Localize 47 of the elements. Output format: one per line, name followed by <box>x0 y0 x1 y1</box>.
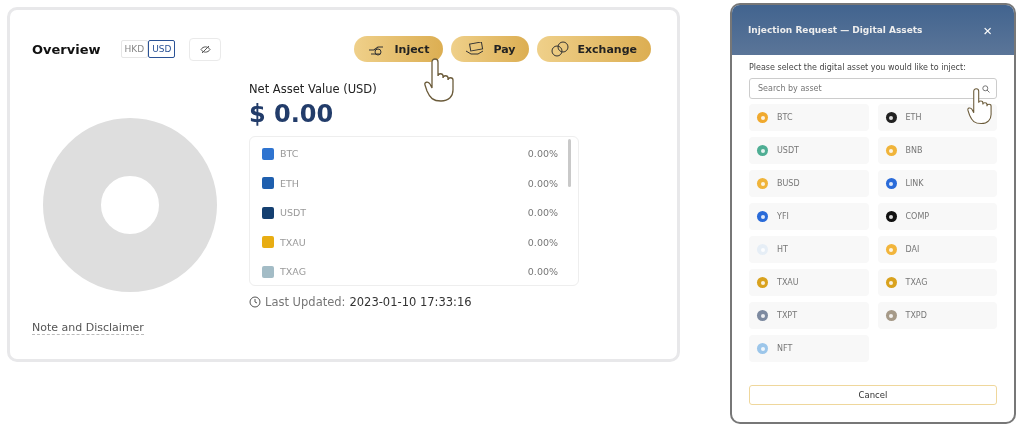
asset-option[interactable]: USDT <box>749 137 869 164</box>
asset-option[interactable]: TXAG <box>877 269 997 296</box>
asset-option[interactable]: YFI <box>749 203 869 230</box>
asset-option[interactable]: HT <box>749 236 869 263</box>
scrollbar[interactable] <box>568 139 571 187</box>
action-button[interactable]: Exchange <box>537 36 651 62</box>
asset-option[interactable]: TXAU <box>749 269 869 296</box>
legend-name: BTC <box>280 148 299 160</box>
clock-icon <box>249 296 261 308</box>
asset-option[interactable]: DAI <box>877 236 997 263</box>
currency-toggle[interactable]: HKD <box>120 40 149 58</box>
asset-option[interactable]: LINK <box>877 170 997 197</box>
dialog-title: Injection Request — Digital Assets <box>748 25 923 35</box>
asset-option[interactable]: NFT <box>749 335 869 362</box>
cancel-button[interactable]: Cancel <box>749 385 997 405</box>
action-button[interactable]: Pay <box>451 36 530 62</box>
currency-toggle[interactable]: USD <box>148 40 176 58</box>
prompt-text: Please select the digital asset you would like to inject: <box>749 63 967 72</box>
last-updated-value: 2023-01-10 17:33:16 <box>349 295 472 309</box>
legend-value: 0.00% <box>527 148 558 160</box>
asset-option[interactable]: COMP <box>877 203 997 230</box>
last-updated-label: Last Updated: <box>265 295 346 309</box>
legend-value: 0.00% <box>527 177 558 189</box>
close-button[interactable]: × <box>977 20 998 40</box>
legend-name: TXAG <box>280 266 306 278</box>
legend-value: 0.00% <box>527 266 558 278</box>
cash-hand-icon <box>465 42 486 56</box>
search-field[interactable]: Search by asset <box>749 78 997 99</box>
legend-value: 0.00% <box>527 236 558 248</box>
hide-toggle-button[interactable] <box>189 37 222 61</box>
nav-label: Net Asset Value (USD) <box>249 82 378 96</box>
asset-option[interactable]: TXPD <box>877 302 997 329</box>
eye-off-icon <box>199 44 211 54</box>
legend-value: 0.00% <box>527 207 558 219</box>
overview-title: Overview <box>32 41 101 57</box>
search-icon <box>982 85 990 93</box>
asset-option[interactable]: TXPT <box>749 302 869 329</box>
asset-option[interactable]: BUSD <box>749 170 869 197</box>
legend-name: TXAU <box>280 236 306 248</box>
nav-value: $ 0.00 <box>249 100 335 128</box>
action-button[interactable]: Inject <box>354 36 444 62</box>
note-link[interactable]: Note and Disclaimer <box>32 321 144 335</box>
legend-name: USDT <box>280 207 307 219</box>
asset-option[interactable]: BNB <box>877 137 997 164</box>
coins-exchange-icon <box>551 41 570 57</box>
legend-name: ETH <box>280 177 299 189</box>
asset-option[interactable]: BTC <box>749 104 869 131</box>
